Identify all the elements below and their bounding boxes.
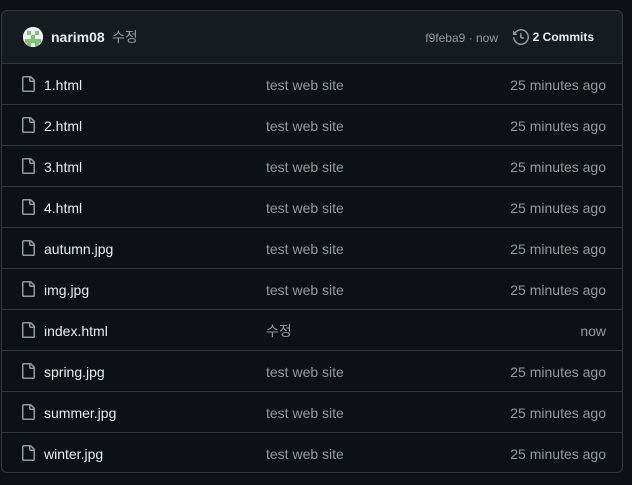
avatar[interactable]: [23, 27, 43, 47]
file-name-link[interactable]: summer.jpg: [44, 404, 116, 422]
file-commit-message[interactable]: test web site: [266, 76, 344, 94]
identicon-avatar-icon: [23, 27, 43, 47]
file-icon: [22, 363, 35, 379]
file-list-box: narim08 수정 f9feba9 · now 2 Commits 1.htm…: [1, 10, 623, 473]
latest-commit-header: narim08 수정 f9feba9 · now 2 Commits: [2, 11, 622, 64]
file-commit-time: 25 minutes ago: [510, 446, 606, 462]
commit-hash-time[interactable]: f9feba9 · now: [425, 30, 498, 46]
file-name-link[interactable]: index.html: [44, 322, 108, 340]
file-commit-time: 25 minutes ago: [510, 118, 606, 134]
file-icon: [22, 281, 35, 297]
file-row: spring.jpg test web site 25 minutes ago: [2, 351, 622, 392]
file-commit-time: 25 minutes ago: [510, 200, 606, 216]
file-icon: [22, 240, 35, 256]
file-name-link[interactable]: autumn.jpg: [44, 240, 113, 258]
history-icon: [512, 29, 529, 45]
file-name-link[interactable]: img.jpg: [44, 281, 89, 299]
file-commit-time: 25 minutes ago: [510, 159, 606, 175]
file-commit-time: 25 minutes ago: [510, 282, 606, 298]
file-icon: [22, 199, 35, 215]
file-icon: [22, 322, 35, 338]
file-row: 1.html test web site 25 minutes ago: [2, 64, 622, 105]
file-commit-message[interactable]: test web site: [266, 404, 344, 422]
file-commit-message[interactable]: test web site: [266, 117, 344, 135]
file-row: img.jpg test web site 25 minutes ago: [2, 269, 622, 310]
file-commit-time: now: [580, 323, 606, 339]
file-name-link[interactable]: spring.jpg: [44, 363, 105, 381]
file-commit-message[interactable]: test web site: [266, 199, 344, 217]
commits-count-label: 2 Commits: [532, 30, 594, 44]
latest-commit-message[interactable]: 수정: [112, 28, 138, 46]
file-row: autumn.jpg test web site 25 minutes ago: [2, 228, 622, 269]
file-commit-message[interactable]: test web site: [266, 281, 344, 299]
file-icon: [22, 404, 35, 420]
file-row: summer.jpg test web site 25 minutes ago: [2, 392, 622, 433]
file-row: 4.html test web site 25 minutes ago: [2, 187, 622, 228]
file-row: winter.jpg test web site 25 minutes ago: [2, 433, 622, 472]
file-row: 2.html test web site 25 minutes ago: [2, 105, 622, 146]
file-icon: [22, 76, 35, 92]
commit-author[interactable]: narim08: [51, 28, 105, 46]
file-commit-message[interactable]: test web site: [266, 240, 344, 258]
file-icon: [22, 445, 35, 461]
commits-history-button[interactable]: 2 Commits: [512, 27, 594, 47]
file-rows: 1.html test web site 25 minutes ago 2.ht…: [2, 64, 622, 472]
file-commit-message[interactable]: test web site: [266, 445, 344, 463]
file-commit-time: 25 minutes ago: [510, 405, 606, 421]
file-commit-message[interactable]: 수정: [266, 322, 292, 340]
file-row: index.html 수정 now: [2, 310, 622, 351]
file-commit-message[interactable]: test web site: [266, 158, 344, 176]
file-row: 3.html test web site 25 minutes ago: [2, 146, 622, 187]
file-name-link[interactable]: 2.html: [44, 117, 82, 135]
file-icon: [22, 117, 35, 133]
file-name-link[interactable]: 4.html: [44, 199, 82, 217]
file-name-link[interactable]: 1.html: [44, 76, 82, 94]
file-commit-message[interactable]: test web site: [266, 363, 344, 381]
file-name-link[interactable]: winter.jpg: [44, 445, 103, 463]
file-icon: [22, 158, 35, 174]
file-commit-time: 25 minutes ago: [510, 364, 606, 380]
file-name-link[interactable]: 3.html: [44, 158, 82, 176]
file-commit-time: 25 minutes ago: [510, 77, 606, 93]
file-commit-time: 25 minutes ago: [510, 241, 606, 257]
